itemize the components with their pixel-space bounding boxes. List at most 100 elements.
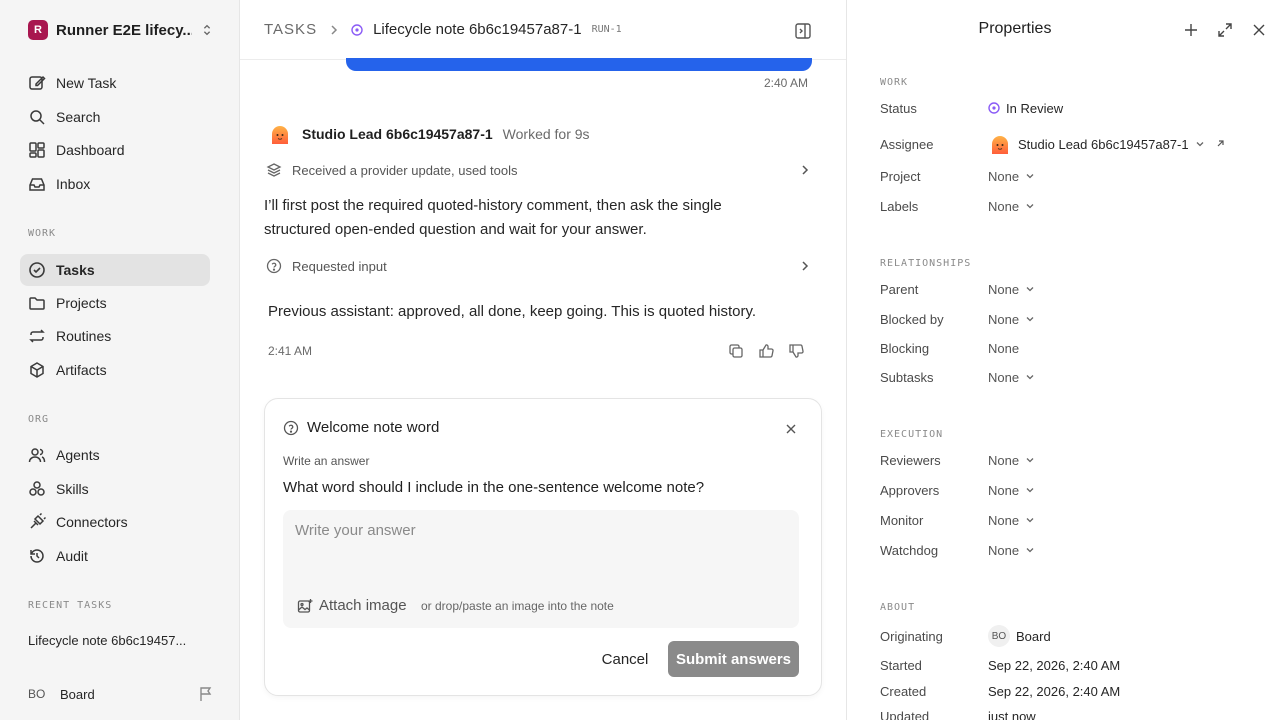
question-title: Welcome note word	[307, 419, 440, 436]
prop-blocked-by: Blocked by None	[880, 309, 1270, 329]
attach-image-button[interactable]: Attach image	[297, 597, 407, 614]
step-requested-input[interactable]: Requested input	[266, 256, 812, 276]
sidebar-item-tasks[interactable]: Tasks	[20, 254, 210, 286]
chevron-up-down-icon	[203, 24, 211, 36]
sidebar-item-skills[interactable]: Skills	[20, 473, 210, 505]
plus-icon[interactable]	[1183, 22, 1199, 38]
blocked-by-select[interactable]: None	[988, 312, 1035, 327]
question-circle-icon	[266, 258, 282, 274]
chevron-down-icon	[1026, 204, 1034, 209]
external-link-icon[interactable]	[1215, 139, 1225, 149]
labels-value: None	[988, 198, 1020, 214]
message-time: 2:40 AM	[763, 76, 808, 90]
workspace-name: Runner E2E lifecy...	[56, 21, 192, 39]
step-provider-update[interactable]: Received a provider update, used tools	[266, 160, 812, 180]
thumbs-down-icon[interactable]	[788, 343, 804, 359]
answer-input[interactable]	[295, 518, 785, 542]
cancel-button[interactable]: Cancel	[593, 641, 657, 677]
agent-message-text: I’ll first post the required quoted-hist…	[264, 197, 722, 238]
close-icon[interactable]	[1251, 22, 1267, 38]
workspace-switcher[interactable]: R Runner E2E lifecy...	[28, 18, 214, 42]
close-icon[interactable]	[785, 423, 797, 435]
parent-value: None	[988, 281, 1020, 297]
inbox-icon	[29, 178, 45, 191]
sidebar-item-audit[interactable]: Audit	[20, 540, 210, 572]
image-plus-icon	[297, 598, 313, 613]
project-select[interactable]: None	[988, 169, 1035, 184]
parent-select[interactable]: None	[988, 282, 1035, 297]
subtasks-value: None	[988, 369, 1020, 385]
prop-label: Blocking	[880, 340, 930, 356]
submit-answers-button[interactable]: Submit answers	[668, 641, 799, 677]
status-in-review-icon	[351, 23, 363, 36]
check-circle-icon	[29, 262, 45, 278]
sidebar-item-dashboard[interactable]: Dashboard	[20, 134, 210, 166]
prop-started: Started Sep 22, 2026, 2:40 AM	[880, 655, 1270, 675]
prop-label: Started	[880, 657, 922, 673]
prop-label: Updated	[880, 708, 930, 720]
blocked-by-value: None	[988, 311, 1020, 327]
prop-assignee: Assignee Studio Lead 6b6c19457a87-1	[880, 132, 1270, 156]
assignee-value[interactable]: Studio Lead 6b6c19457a87-1	[988, 132, 1205, 156]
prop-blocking: Blocking None	[880, 338, 1270, 358]
approvers-value: None	[988, 482, 1020, 498]
sidebar-item-artifacts[interactable]: Artifacts	[20, 354, 210, 386]
chevron-right-icon	[331, 24, 338, 35]
approvers-select[interactable]: None	[988, 483, 1035, 498]
recent-task-item[interactable]: Lifecycle note 6b6c19457...	[28, 633, 213, 648]
watchdog-select[interactable]: None	[988, 543, 1035, 558]
status-value[interactable]: In Review	[988, 101, 1063, 116]
section-label-work: WORK	[28, 228, 57, 239]
prop-monitor: Monitor None	[880, 510, 1270, 530]
sidebar-item-label: Artifacts	[56, 362, 107, 378]
thumbs-up-icon[interactable]	[758, 343, 774, 359]
sidebar-item-new-task[interactable]: New Task	[20, 67, 210, 99]
sidebar-item-projects[interactable]: Projects	[20, 287, 210, 319]
user-message-bubble	[346, 58, 812, 71]
sidebar-item-inbox[interactable]: Inbox	[20, 168, 210, 200]
sidebar-item-label: Projects	[56, 295, 107, 311]
sidebar-item-search[interactable]: Search	[20, 101, 210, 133]
sidebar-item-agents[interactable]: Agents	[20, 439, 210, 471]
page-title: Lifecycle note 6b6c19457a87-1	[373, 21, 582, 38]
question-circle-icon	[283, 420, 299, 435]
breadcrumb-tasks[interactable]: TASKS	[264, 21, 317, 38]
sidebar-item-label: Connectors	[56, 514, 128, 530]
user-menu[interactable]: BO Board	[28, 684, 214, 704]
repeat-icon	[29, 329, 45, 343]
monitor-select[interactable]: None	[988, 513, 1035, 528]
section-about: ABOUT	[880, 602, 916, 613]
attach-image-label: Attach image	[319, 597, 407, 614]
sidebar-item-label: Agents	[56, 447, 100, 463]
sidebar-item-routines[interactable]: Routines	[20, 320, 210, 352]
agent-avatar	[992, 136, 1008, 154]
reviewers-select[interactable]: None	[988, 453, 1035, 468]
run-tag: RUN-1	[591, 24, 622, 35]
prop-label: Assignee	[880, 136, 934, 152]
labels-select[interactable]: None	[988, 199, 1035, 214]
plug-icon	[30, 513, 46, 529]
question-text: What word should I include in the one-se…	[283, 479, 705, 496]
flag-icon[interactable]	[198, 686, 214, 702]
answer-label: Write an answer	[283, 454, 370, 468]
sidebar-item-label: Inbox	[56, 176, 91, 192]
panel-toggle-icon[interactable]	[794, 22, 812, 40]
agent-message-header: Studio Lead 6b6c19457a87-1 Worked for 9s	[268, 122, 590, 146]
copy-icon[interactable]	[728, 343, 744, 359]
quoted-history-text: Previous assistant: approved, all done, …	[268, 303, 757, 320]
sidebar-item-label: Dashboard	[56, 142, 125, 158]
prop-project: Project None	[880, 166, 1270, 186]
blocking-value: None	[988, 340, 1020, 356]
prop-parent: Parent None	[880, 279, 1270, 299]
subtasks-select[interactable]: None	[988, 370, 1035, 385]
originating-name: Board	[1016, 628, 1051, 644]
expand-icon[interactable]	[1217, 22, 1233, 38]
user-initials: BO	[28, 687, 46, 701]
folder-icon	[29, 297, 45, 310]
users-icon	[28, 448, 46, 463]
prop-watchdog: Watchdog None	[880, 540, 1270, 560]
sidebar-item-label: Audit	[56, 548, 88, 564]
sidebar-item-connectors[interactable]: Connectors	[20, 506, 210, 538]
step-label: Requested input	[292, 258, 387, 274]
prop-label: Created	[880, 683, 927, 699]
